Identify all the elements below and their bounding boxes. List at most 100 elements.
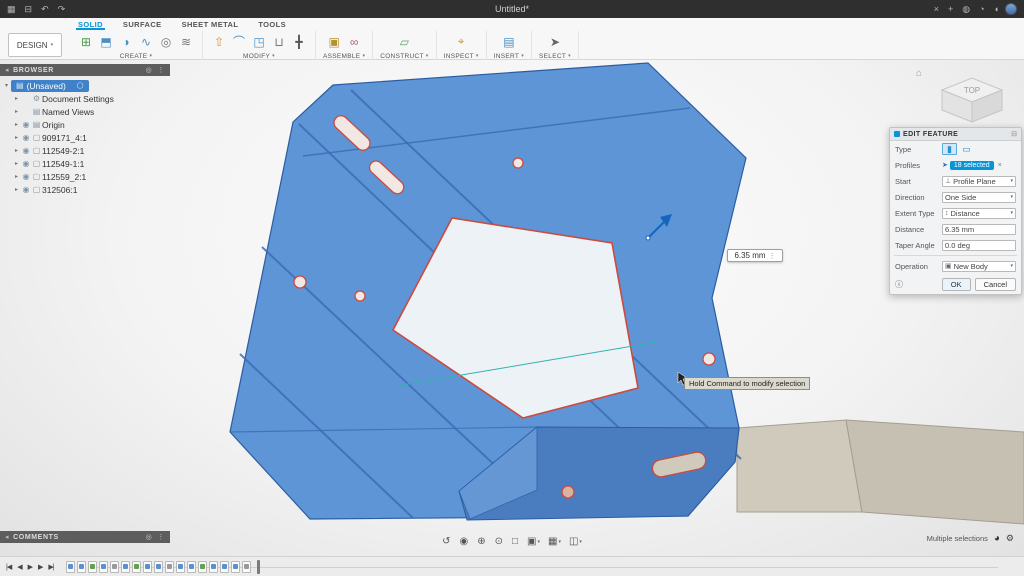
browser-tree-item[interactable]: ▸ ⚙ Document Settings bbox=[2, 92, 170, 105]
play-button[interactable]: ▶ bbox=[28, 563, 33, 571]
expander-icon[interactable]: ▸ bbox=[12, 160, 21, 167]
tan-body[interactable] bbox=[736, 419, 1024, 525]
home-view-icon[interactable]: ⌂ bbox=[916, 68, 922, 79]
expander-icon[interactable]: ▸ bbox=[12, 121, 21, 128]
ribbon-tab[interactable]: SHEET METAL bbox=[180, 19, 241, 30]
viewcube-top-face[interactable]: TOP bbox=[964, 86, 980, 95]
new-component-icon[interactable]: ▣ bbox=[325, 33, 343, 51]
preferences-gear-icon[interactable]: ⚙ bbox=[1006, 533, 1014, 544]
modify-menu[interactable]: MODIFY ▾ bbox=[243, 53, 275, 60]
fillet-icon[interactable]: ⌒ bbox=[230, 33, 248, 51]
panel-options-icon[interactable]: ◎ bbox=[146, 533, 153, 541]
timeline-feature-icon[interactable] bbox=[219, 560, 229, 573]
timeline-feature-icon[interactable] bbox=[186, 560, 196, 573]
activate-radio-icon[interactable]: ◯ bbox=[77, 82, 84, 89]
extrude-type-one-side-button[interactable]: ▮ bbox=[942, 143, 957, 155]
job-status-icon[interactable]: ◍ bbox=[962, 4, 970, 14]
grid-settings-icon[interactable]: ▦ ▾ bbox=[548, 536, 561, 547]
notifications-icon[interactable]: ◖ bbox=[994, 4, 999, 14]
thread-icon[interactable]: ≋ bbox=[177, 33, 195, 51]
extrude-icon[interactable]: ⬒ bbox=[97, 33, 115, 51]
active-document-pill[interactable]: ▤ (Unsaved) ◯ bbox=[11, 79, 89, 92]
timeline-feature-icon[interactable] bbox=[164, 560, 174, 573]
ribbon-tab[interactable]: TOOLS bbox=[256, 19, 288, 30]
ok-button[interactable]: OK bbox=[941, 277, 971, 291]
timeline-feature-icon[interactable] bbox=[131, 560, 141, 573]
redo-icon[interactable]: ↷ bbox=[58, 4, 66, 14]
undo-icon[interactable]: ↶ bbox=[41, 4, 49, 14]
ribbon-tab[interactable]: SURFACE bbox=[121, 19, 164, 30]
insert-icon[interactable]: ▤ bbox=[500, 33, 518, 51]
expander-icon[interactable]: ▸ bbox=[12, 134, 21, 141]
ribbon-tab[interactable]: SOLID bbox=[76, 19, 105, 30]
visibility-eye-icon[interactable]: ◉ bbox=[21, 133, 31, 142]
create-menu[interactable]: CREATE ▾ bbox=[120, 53, 153, 60]
timeline-feature-icon[interactable] bbox=[87, 560, 97, 573]
insert-menu[interactable]: INSERT ▾ bbox=[494, 53, 524, 60]
shell-icon[interactable]: ◳ bbox=[250, 33, 268, 51]
operation-select[interactable]: ▣ New Body ▾ bbox=[942, 260, 1016, 272]
visibility-eye-icon[interactable]: ◉ bbox=[21, 185, 31, 194]
expander-icon[interactable]: ▸ bbox=[12, 173, 21, 180]
dock-panel-icon[interactable]: ⊟ bbox=[1011, 130, 1017, 138]
timeline-feature-icon[interactable] bbox=[142, 560, 152, 573]
timeline-feature-icon[interactable] bbox=[230, 560, 240, 573]
orbit-icon[interactable]: ↺ bbox=[442, 536, 451, 547]
step-forward-button[interactable]: ▶ bbox=[38, 563, 43, 571]
expander-icon[interactable]: ▸ bbox=[12, 147, 21, 154]
timeline-feature-icon[interactable] bbox=[175, 560, 185, 573]
visibility-eye-icon[interactable]: ◉ bbox=[21, 159, 31, 168]
hole-cutout[interactable] bbox=[354, 290, 366, 302]
distance-field[interactable]: 6.35 mm bbox=[942, 223, 1016, 235]
panel-menu-icon[interactable]: ⋮ bbox=[157, 533, 165, 541]
taper-angle-field[interactable]: 0.0 deg bbox=[942, 239, 1016, 251]
dialog-header[interactable]: EDIT FEATURE ⊟ bbox=[890, 128, 1021, 141]
collapse-panel-icon[interactable]: ◂ bbox=[5, 66, 9, 74]
selection-tools-icon[interactable]: ◕ bbox=[994, 533, 1000, 544]
browser-root-item[interactable]: ▾ ▤ (Unsaved) ◯ bbox=[2, 79, 170, 92]
expander-icon[interactable]: ▸ bbox=[12, 186, 21, 193]
display-settings-icon[interactable]: ▣ ▾ bbox=[527, 536, 540, 547]
comments-header[interactable]: ◂ COMMENTS ◎ ⋮ bbox=[0, 531, 170, 543]
start-select[interactable]: ⊥ Profile Plane ▾ bbox=[942, 175, 1016, 187]
zoom-icon[interactable]: ⊙ bbox=[495, 536, 504, 547]
browser-tree-item[interactable]: ▸ ◉ ▢ 312506:1 bbox=[2, 183, 170, 196]
save-icon[interactable]: ⊟ bbox=[25, 4, 33, 14]
hole-icon[interactable]: ◎ bbox=[157, 33, 175, 51]
browser-header[interactable]: ◂ BROWSER ◎ ⋮ bbox=[0, 64, 170, 76]
collapse-panel-icon[interactable]: ◂ bbox=[5, 533, 9, 541]
timeline-feature-icon[interactable] bbox=[76, 560, 86, 573]
measure-icon[interactable]: ⌖ bbox=[452, 33, 470, 51]
profiles-selected-badge[interactable]: 18 selected bbox=[949, 160, 994, 170]
construction-plane-icon[interactable]: ▱ bbox=[395, 33, 413, 51]
timeline-feature-icon[interactable] bbox=[197, 560, 207, 573]
timeline-feature-icon[interactable] bbox=[153, 560, 163, 573]
spinner-icon[interactable]: ⋮ bbox=[769, 252, 776, 260]
timeline-feature-icon[interactable] bbox=[120, 560, 130, 573]
timeline-feature-icon[interactable] bbox=[65, 560, 75, 573]
browser-tree-item[interactable]: ▸ ◉ ▤ Origin bbox=[2, 118, 170, 131]
visibility-eye-icon[interactable]: ◉ bbox=[21, 146, 31, 155]
timeline-feature-icon[interactable] bbox=[241, 560, 251, 573]
expander-icon[interactable]: ▾ bbox=[2, 82, 11, 89]
inspect-menu[interactable]: INSPECT ▾ bbox=[444, 53, 479, 60]
combine-icon[interactable]: ⊔ bbox=[270, 33, 288, 51]
expander-icon[interactable]: ▸ bbox=[12, 95, 21, 102]
hole-cutout[interactable] bbox=[293, 275, 307, 289]
joint-icon[interactable]: ∞ bbox=[345, 33, 363, 51]
press-pull-icon[interactable]: ⇧ bbox=[210, 33, 228, 51]
timeline-feature-icon[interactable] bbox=[109, 560, 119, 573]
move-copy-icon[interactable]: ╋ bbox=[290, 33, 308, 51]
cancel-button[interactable]: Cancel bbox=[974, 277, 1016, 291]
go-to-end-button[interactable]: ▶| bbox=[48, 563, 54, 571]
design-menu-button[interactable]: DESIGN ▾ bbox=[8, 33, 62, 57]
timeline-feature-icon[interactable] bbox=[98, 560, 108, 573]
browser-tree-item[interactable]: ▸ ◉ ▢ 909171_4:1 bbox=[2, 131, 170, 144]
construct-menu[interactable]: CONSTRUCT ▾ bbox=[380, 53, 428, 60]
revolve-icon[interactable]: ◑ bbox=[117, 33, 135, 51]
extrude-type-thin-button[interactable]: ▭ bbox=[959, 143, 974, 155]
info-icon[interactable]: ⓘ bbox=[895, 279, 903, 290]
browser-tree-item[interactable]: ▸ ◉ ▢ 112549-2:1 bbox=[2, 144, 170, 157]
distance-dimension-input[interactable]: 6.35 mm ⋮ bbox=[727, 249, 783, 262]
app-grid-icon[interactable]: ▦ bbox=[7, 4, 16, 14]
